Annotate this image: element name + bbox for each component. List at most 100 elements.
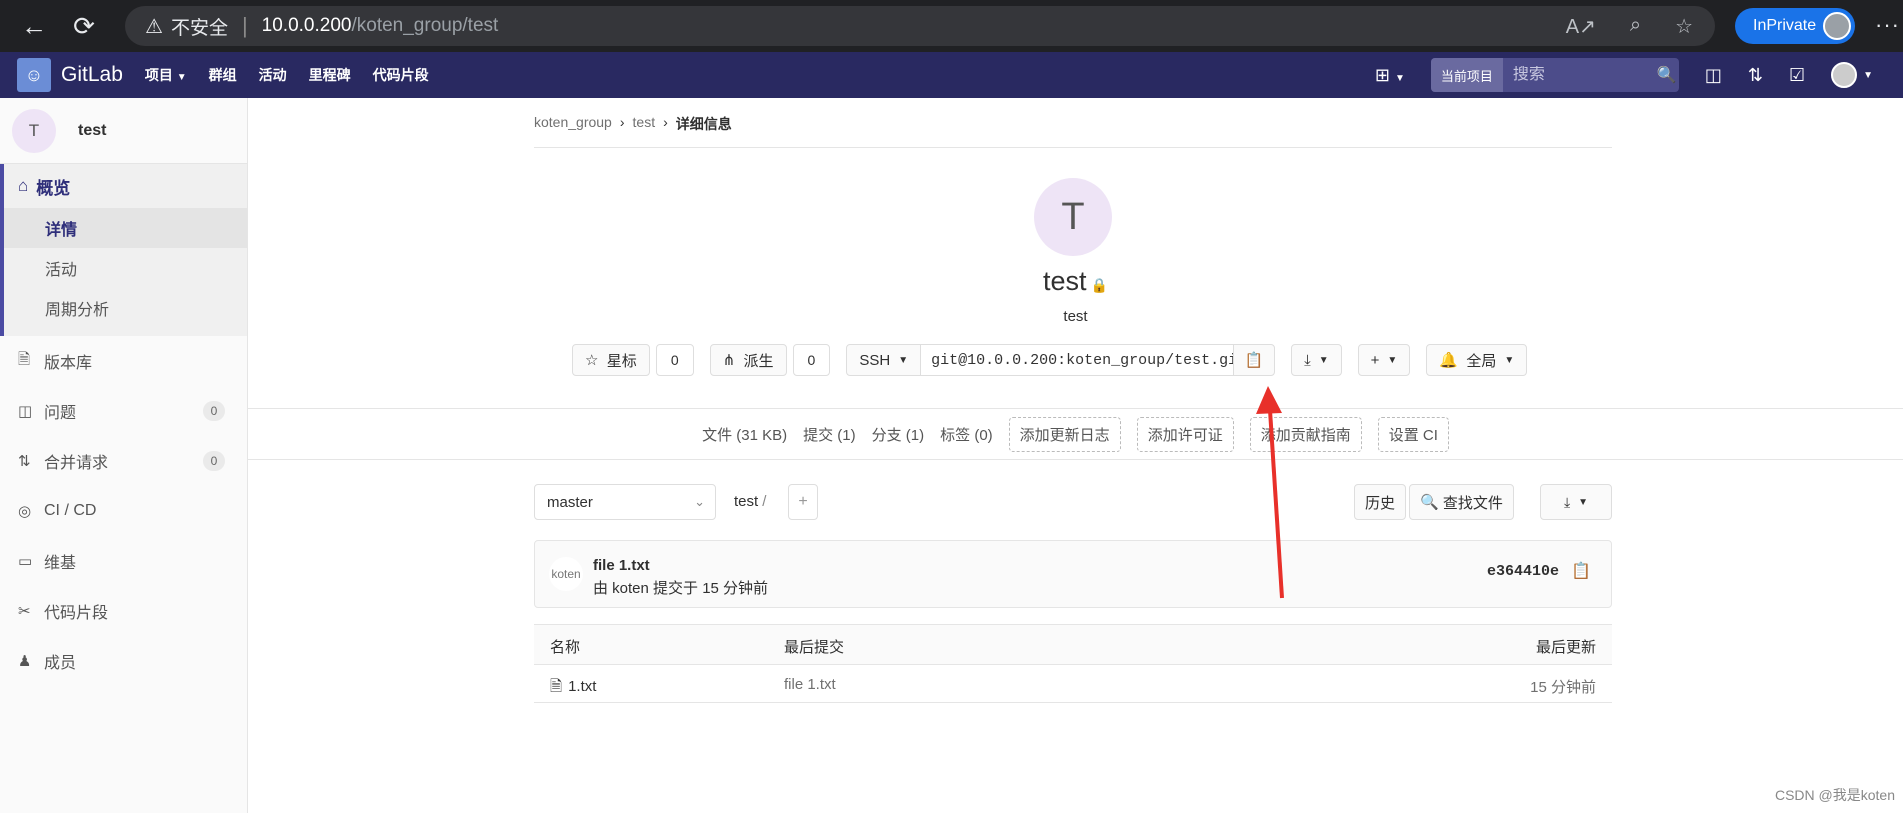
navbar-right: ⊞ ▼ 当前项目 🔍 ◫ ⇅ ☑ ▼ [1375,52,1903,98]
sidebar-overview-label: 概览 [36,178,71,198]
commit-message[interactable]: file 1.txt [593,557,650,574]
commit-author-avatar[interactable]: koten [549,557,583,591]
project-title: test [1043,266,1087,296]
sidebar-project-header[interactable]: T test [0,98,247,164]
project-sidebar: T test ⌂ 概览 详情 活动 周期分析 🗎 版本库 ◫ 问题 0 ⇅ 合并… [0,98,248,813]
sidebar-item-ci-cd[interactable]: ◎ CI / CD [0,486,247,536]
lock-icon: 🔒 [1090,277,1108,293]
nav-snippets[interactable]: 代码片段 [373,65,429,85]
breadcrumb-group[interactable]: koten_group [534,114,612,130]
breadcrumb-current[interactable]: 详细信息 [676,114,732,134]
url-path: /koten_group/test [351,15,499,36]
gitlab-logo-icon[interactable]: ☺ [17,58,51,92]
stat-commits[interactable]: 提交 (1) [803,424,856,445]
sidebar-item-members[interactable]: ♟ 成员 [0,636,247,686]
search-icon[interactable]: 🔍 [1657,65,1677,85]
branch-selector[interactable]: master ⌄ [534,484,716,520]
back-icon[interactable]: ← [14,6,54,46]
clone-url-field[interactable]: git@10.0.0.200:koten_group/test.git [921,344,1234,376]
header-name: 名称 [550,639,581,656]
user-menu[interactable]: ▼ [1831,62,1873,88]
header-last-update: 最后更新 [1535,639,1596,656]
sidebar-item-issues[interactable]: ◫ 问题 0 [0,386,247,436]
last-commit: koten file 1.txt 由 koten 提交于 15 分钟前 e364… [534,540,1612,608]
repository-icon: 🗎 [18,350,31,368]
brand-name[interactable]: GitLab [61,63,123,87]
sidebar-item-repository[interactable]: 🗎 版本库 [0,336,247,386]
sidebar-item-snippets[interactable]: ✂ 代码片段 [0,586,247,636]
sidebar-item-label: 代码片段 [44,605,109,622]
download-dropdown[interactable]: ⤓ ▼ [1291,344,1342,376]
caret-down-icon: ▼ [1387,354,1398,366]
sidebar-item-merge-requests[interactable]: ⇅ 合并请求 0 [0,436,247,486]
add-contributing-button[interactable]: 添加贡献指南 [1249,416,1362,452]
header-last-commit: 最后提交 [784,639,845,656]
notification-dropdown[interactable]: 🔔 全局 ▼ [1426,344,1528,376]
favorite-icon[interactable]: ☆ [1675,14,1693,39]
nav-projects[interactable]: 项目 ▼ [145,65,187,85]
path-separator: / [762,493,767,510]
repo-download-dropdown[interactable]: ⤓ ▼ [1540,484,1612,520]
new-item-icon[interactable]: ⊞ ▼ [1375,65,1405,86]
reload-icon[interactable]: ⟳ [64,6,104,46]
file-name: 1.txt [568,678,597,695]
stat-files[interactable]: 文件 (31 KB) [702,424,787,445]
find-file-label: 查找文件 [1442,494,1503,512]
plus-icon: + [1370,351,1380,369]
add-license-button[interactable]: 添加许可证 [1136,416,1234,452]
history-button[interactable]: 历史 [1354,484,1407,520]
fork-count[interactable]: 0 [792,344,831,376]
star-count[interactable]: 0 [655,344,694,376]
project-description: test [1063,308,1088,325]
caret-down-icon: ▼ [898,354,909,366]
setup-ci-button[interactable]: 设置 CI [1377,416,1449,452]
read-aloud-icon[interactable]: A↗ [1566,14,1596,39]
more-icon[interactable]: ··· [1875,12,1900,38]
sidebar-item-activity[interactable]: 活动 [4,248,247,288]
merge-request-icon[interactable]: ⇅ [1748,65,1763,86]
sidebar-item-wiki[interactable]: ▭ 维基 [0,536,247,586]
stat-tags[interactable]: 标签 (0) [940,424,993,445]
breadcrumb-project[interactable]: test [633,114,656,130]
issues-icon: ◫ [18,403,33,420]
issues-icon[interactable]: ◫ [1705,65,1722,86]
fork-button[interactable]: ⋔ 派生 [709,344,787,376]
nav-milestones[interactable]: 里程碑 [309,65,351,85]
address-bar[interactable]: ⚠ 不安全 | 10.0.0.200 /koten_group/test A↗ … [125,6,1715,46]
nav-groups[interactable]: 群组 [209,65,237,85]
commit-sha[interactable]: e364410e [1487,563,1559,580]
project-actions: ☆ 星标 0 ⋔ 派生 0 SSH ▼ git@10.0.0.200:koten_… [572,344,1528,376]
add-dropdown[interactable]: + ▼ [1357,344,1411,376]
inprivate-button[interactable]: InPrivate [1735,8,1855,44]
project-avatar: T [12,108,56,153]
stat-branches[interactable]: 分支 (1) [872,424,925,445]
search-scope[interactable]: 当前项目 [1430,58,1503,92]
table-row: 🗎 1.txt file 1.txt 15 分钟前 [534,665,1612,703]
chevron-down-icon: ▼ [176,72,187,83]
copy-sha-icon[interactable]: 📋 [1571,561,1591,581]
sidebar-item-details[interactable]: 详情 [4,208,247,248]
search-input[interactable] [1512,66,1653,84]
sidebar-item-overview[interactable]: ⌂ 概览 [4,164,247,208]
path-root[interactable]: test [734,493,758,510]
file-link[interactable]: 🗎 1.txt [550,676,596,701]
star-icon: ☆ [585,352,599,369]
add-file-button[interactable]: + [788,484,818,520]
sidebar-item-cycle-analytics[interactable]: 周期分析 [4,288,247,328]
find-file-button[interactable]: 🔍 查找文件 [1409,484,1514,520]
nav-activity[interactable]: 活动 [259,65,287,85]
file-icon: 🗎 [550,678,563,695]
breadcrumb: koten_group › test › 详细信息 [534,114,1612,148]
sidebar-item-label: 成员 [44,655,77,672]
add-changelog-button[interactable]: 添加更新日志 [1008,416,1121,452]
commit-meta: 由 koten 提交于 15 分钟前 [593,580,769,597]
protocol-dropdown[interactable]: SSH ▼ [846,344,922,376]
file-last-commit[interactable]: file 1.txt [784,676,836,693]
chevron-right-icon: › [619,114,625,130]
zoom-icon[interactable]: ⌕ [1630,14,1641,39]
star-button[interactable]: ☆ 星标 [572,344,650,376]
todo-icon[interactable]: ☑ [1789,65,1805,86]
copy-url-button[interactable]: 📋 [1233,344,1276,376]
users-icon: ♟ [18,653,32,670]
caret-down-icon: ▼ [1578,496,1589,508]
